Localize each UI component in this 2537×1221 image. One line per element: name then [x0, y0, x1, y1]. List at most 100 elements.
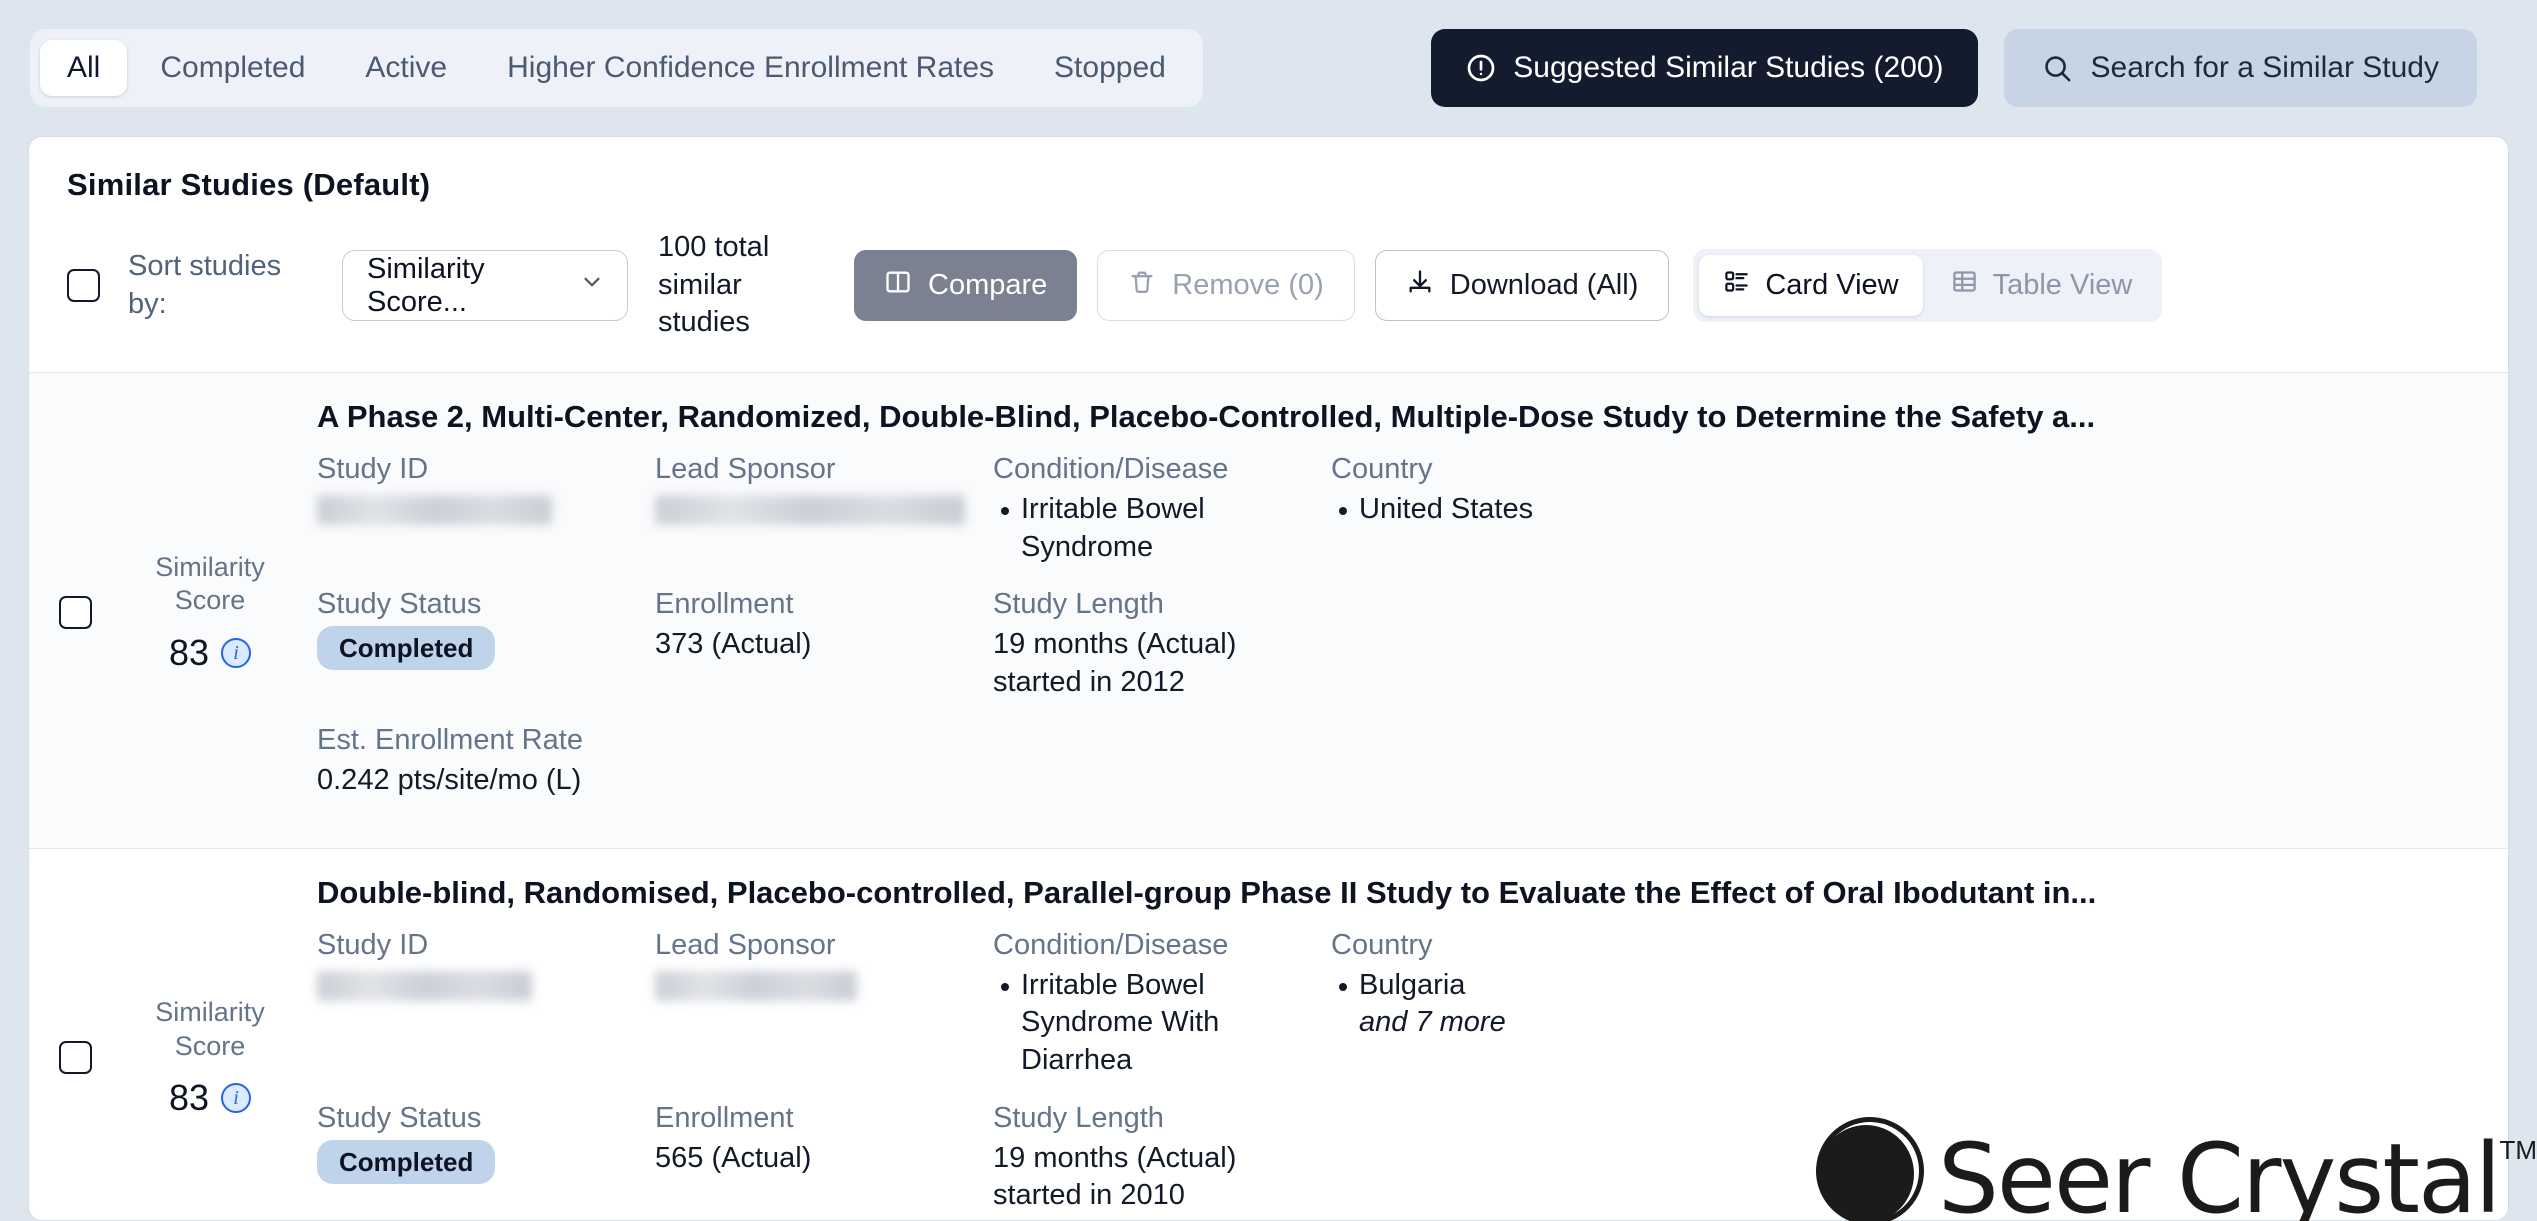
study-id-field: Study ID — [317, 929, 655, 1102]
lead-sponsor-field: Lead Sponsor — [655, 453, 993, 588]
lead-sponsor-label: Lead Sponsor — [655, 453, 836, 486]
redacted-study-id — [317, 970, 532, 1001]
condition-value: Irritable Bowel Syndrome With Diarrhea — [993, 967, 1331, 1102]
similarity-score-row: 83 i — [169, 1077, 252, 1119]
trash-icon — [1128, 268, 1156, 304]
est-enrollment-rate-field: Est. Enrollment Rate 0.242 pts/site/mo (… — [317, 724, 655, 822]
status-badge: Completed — [317, 1139, 496, 1184]
study-field-grid: Study ID Lead Sponsor Condition/Disease — [317, 929, 2470, 1221]
study-length-duration: 19 months (Actual) — [993, 628, 1237, 661]
spacer-cell — [1331, 1102, 2470, 1220]
similarity-score-cell: Similarity Score 83 i — [125, 875, 295, 1221]
top-bar: All Completed Active Higher Confidence E… — [0, 0, 2537, 136]
similarity-score-label: Similarity Score — [155, 996, 265, 1061]
enrollment-field: Enrollment 565 (Actual) — [655, 1102, 993, 1220]
study-length-label: Study Length — [993, 1101, 1164, 1134]
study-title[interactable]: A Phase 2, Multi-Center, Randomized, Dou… — [317, 399, 2470, 435]
app-root: All Completed Active Higher Confidence E… — [0, 0, 2537, 1221]
compare-columns-icon — [884, 268, 912, 304]
enrollment-label: Enrollment — [655, 588, 794, 621]
study-id-value — [317, 967, 655, 1027]
country-label: Country — [1331, 928, 1433, 961]
tab-higher-confidence-enrollment-rates[interactable]: Higher Confidence Enrollment Rates — [480, 40, 1021, 96]
study-id-label: Study ID — [317, 453, 429, 486]
study-card-list: Similarity Score 83 i A Phase 2, Multi-C… — [29, 372, 2508, 1221]
study-status-value: Completed — [317, 626, 655, 692]
download-label: Download (All) — [1449, 269, 1639, 302]
info-icon[interactable]: i — [221, 1083, 252, 1114]
suggested-similar-studies-label: Suggested Similar Studies (200) — [1513, 51, 1944, 84]
top-bar-actions: Suggested Similar Studies (200) Search f… — [1431, 29, 2507, 107]
condition-list: Irritable Bowel Syndrome — [993, 491, 1331, 566]
lead-sponsor-value — [655, 491, 993, 551]
table-view-button[interactable]: Table View — [1927, 255, 2157, 316]
select-all-checkbox[interactable] — [67, 269, 100, 303]
lead-sponsor-field: Lead Sponsor — [655, 929, 993, 1102]
country-value: Bulgaria and 7 more — [1331, 967, 2470, 1064]
compare-button[interactable]: Compare — [854, 250, 1078, 322]
study-length-value: 19 months (Actual) started in 2010 — [993, 1140, 1331, 1220]
card-list-icon — [1723, 268, 1750, 303]
list-item: United States — [1331, 491, 2470, 529]
table-view-label: Table View — [1992, 269, 2133, 302]
similar-studies-panel: Similar Studies (Default) Sort studies b… — [28, 136, 2509, 1221]
table-grid-icon — [1951, 268, 1978, 303]
remove-button[interactable]: Remove (0) — [1097, 250, 1355, 322]
chevron-down-icon — [579, 269, 605, 303]
total-studies-count: 100 total similar studies — [658, 231, 770, 339]
panel-header: Similar Studies (Default) — [29, 137, 2508, 203]
tab-active[interactable]: Active — [338, 40, 474, 96]
study-length-duration: 19 months (Actual) — [993, 1141, 1237, 1174]
download-button[interactable]: Download (All) — [1374, 250, 1670, 322]
sort-by-value: Similarity Score... — [367, 252, 485, 318]
tab-completed[interactable]: Completed — [133, 40, 332, 96]
study-id-value — [317, 491, 655, 551]
study-status-field: Study Status Completed — [317, 1101, 655, 1220]
country-value: United States — [1331, 491, 2470, 551]
status-badge: Completed — [317, 626, 496, 671]
country-label: Country — [1331, 453, 1433, 486]
enrollment-field: Enrollment 373 (Actual) — [655, 588, 993, 723]
search-similar-study-button[interactable]: Search for a Similar Study — [2003, 29, 2477, 107]
country-field: Country United States — [1331, 453, 2470, 588]
tab-all[interactable]: All — [40, 40, 128, 96]
card-view-button[interactable]: Card View — [1699, 255, 1923, 317]
list-item: Irritable Bowel Syndrome With Diarrhea — [993, 967, 1331, 1080]
study-checkbox[interactable] — [59, 595, 92, 629]
similarity-score-label: Similarity Score — [155, 551, 265, 616]
sort-by-select[interactable]: Similarity Score... — [342, 250, 628, 322]
study-length-label: Study Length — [993, 588, 1164, 621]
enrollment-value: 373 (Actual) — [655, 628, 812, 661]
study-status-value: Completed — [317, 1139, 655, 1206]
study-title[interactable]: Double-blind, Randomised, Placebo-contro… — [317, 875, 2470, 911]
similarity-score-row: 83 i — [168, 632, 252, 674]
search-similar-study-label: Search for a Similar Study — [2090, 51, 2439, 84]
list-item: Bulgaria — [1331, 967, 2470, 1005]
est-enrollment-rate-label: Est. Enrollment Rate — [317, 723, 583, 756]
remove-label: Remove (0) — [1172, 269, 1324, 302]
enrollment-value: 565 (Actual) — [655, 1141, 812, 1174]
country-more-note: and 7 more — [1359, 1006, 1506, 1039]
alert-circle-icon — [1465, 52, 1497, 84]
condition-value: Irritable Bowel Syndrome — [993, 491, 1331, 588]
info-icon[interactable]: i — [221, 638, 252, 669]
condition-field: Condition/Disease Irritable Bowel Syndro… — [993, 453, 1331, 588]
study-card: Similarity Score 83 i A Phase 2, Multi-C… — [29, 373, 2508, 849]
tab-stopped[interactable]: Stopped — [1027, 40, 1193, 96]
redacted-study-id — [317, 495, 552, 526]
study-field-grid: Study ID Lead Sponsor Condition/Disease — [317, 453, 2470, 821]
study-details: Double-blind, Randomised, Placebo-contro… — [295, 875, 2470, 1221]
sort-studies-label: Sort studies by: — [128, 250, 282, 320]
lead-sponsor-label: Lead Sponsor — [655, 928, 836, 961]
study-checkbox[interactable] — [59, 1041, 92, 1075]
est-enrollment-rate-value: 0.242 pts/site/mo (L) — [317, 763, 582, 796]
study-select-cell — [59, 399, 125, 821]
study-length-field: Study Length 19 months (Actual) started … — [993, 1101, 1331, 1220]
study-status-label: Study Status — [317, 1101, 482, 1134]
similarity-score-value: 83 — [168, 632, 210, 674]
study-status-field: Study Status Completed — [317, 588, 655, 723]
study-id-field: Study ID — [317, 453, 655, 588]
suggested-similar-studies-button[interactable]: Suggested Similar Studies (200) — [1431, 29, 1978, 107]
lead-sponsor-value — [655, 967, 993, 1027]
condition-label: Condition/Disease — [993, 928, 1229, 961]
